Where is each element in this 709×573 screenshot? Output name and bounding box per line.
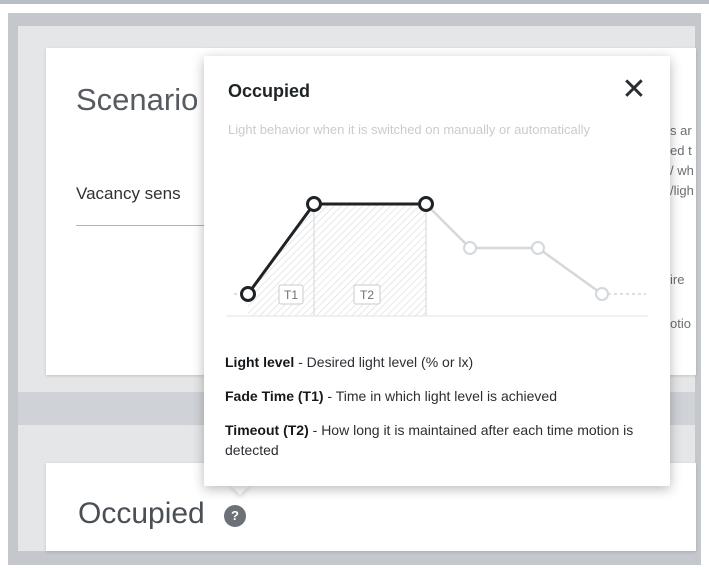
- close-icon[interactable]: ✕: [616, 72, 652, 108]
- active-point: [306, 196, 322, 212]
- inactive-point: [463, 241, 477, 255]
- t2-label: T2: [360, 288, 374, 302]
- truncated-text-5: ire: [670, 272, 685, 287]
- popover-subtitle: Light behavior when it is switched on ma…: [228, 122, 591, 137]
- popover-title: Occupied: [228, 81, 311, 101]
- t1-label: T1: [284, 288, 298, 302]
- legend-timeout: Timeout (T2) - How long it is maintained…: [225, 420, 655, 460]
- truncated-text-1: s ar: [670, 123, 692, 138]
- window-top-border: [0, 0, 709, 4]
- legend-fade-time: Fade Time (T1) - Time in which light lev…: [225, 386, 655, 406]
- truncated-text-6: otio: [670, 316, 691, 331]
- legend-desc: - Time in which light level is achieved: [323, 388, 557, 404]
- light-behavior-diagram: T1 T2: [226, 196, 648, 317]
- truncated-text-3: / wh: [670, 163, 694, 178]
- legend-light-level: Light level - Desired light level (% or …: [225, 352, 655, 372]
- scenario-title: Scenario: [76, 82, 199, 117]
- inactive-point: [595, 287, 609, 301]
- occupied-help-popover: Occupied ✕ Light behavior when it is swi…: [204, 56, 670, 486]
- truncated-text-2: ed t: [670, 143, 692, 158]
- vacancy-field-underline: [76, 225, 216, 226]
- help-icon[interactable]: ?: [224, 505, 246, 527]
- vacancy-sensor-field[interactable]: Vacancy sens: [76, 184, 181, 204]
- legend-term: Light level: [225, 354, 295, 370]
- legend-term: Timeout (T2): [225, 422, 309, 438]
- active-point: [418, 196, 434, 212]
- legend-term: Fade Time (T1): [225, 388, 324, 404]
- legend-desc: - Desired light level (% or lx): [294, 354, 474, 370]
- truncated-text-4: /ligh: [670, 183, 694, 198]
- popover-arrow: [230, 485, 250, 495]
- occupied-section-title: Occupied: [78, 497, 205, 530]
- active-point: [240, 286, 256, 302]
- inactive-point: [531, 241, 545, 255]
- inactive-curve: [425, 203, 603, 296]
